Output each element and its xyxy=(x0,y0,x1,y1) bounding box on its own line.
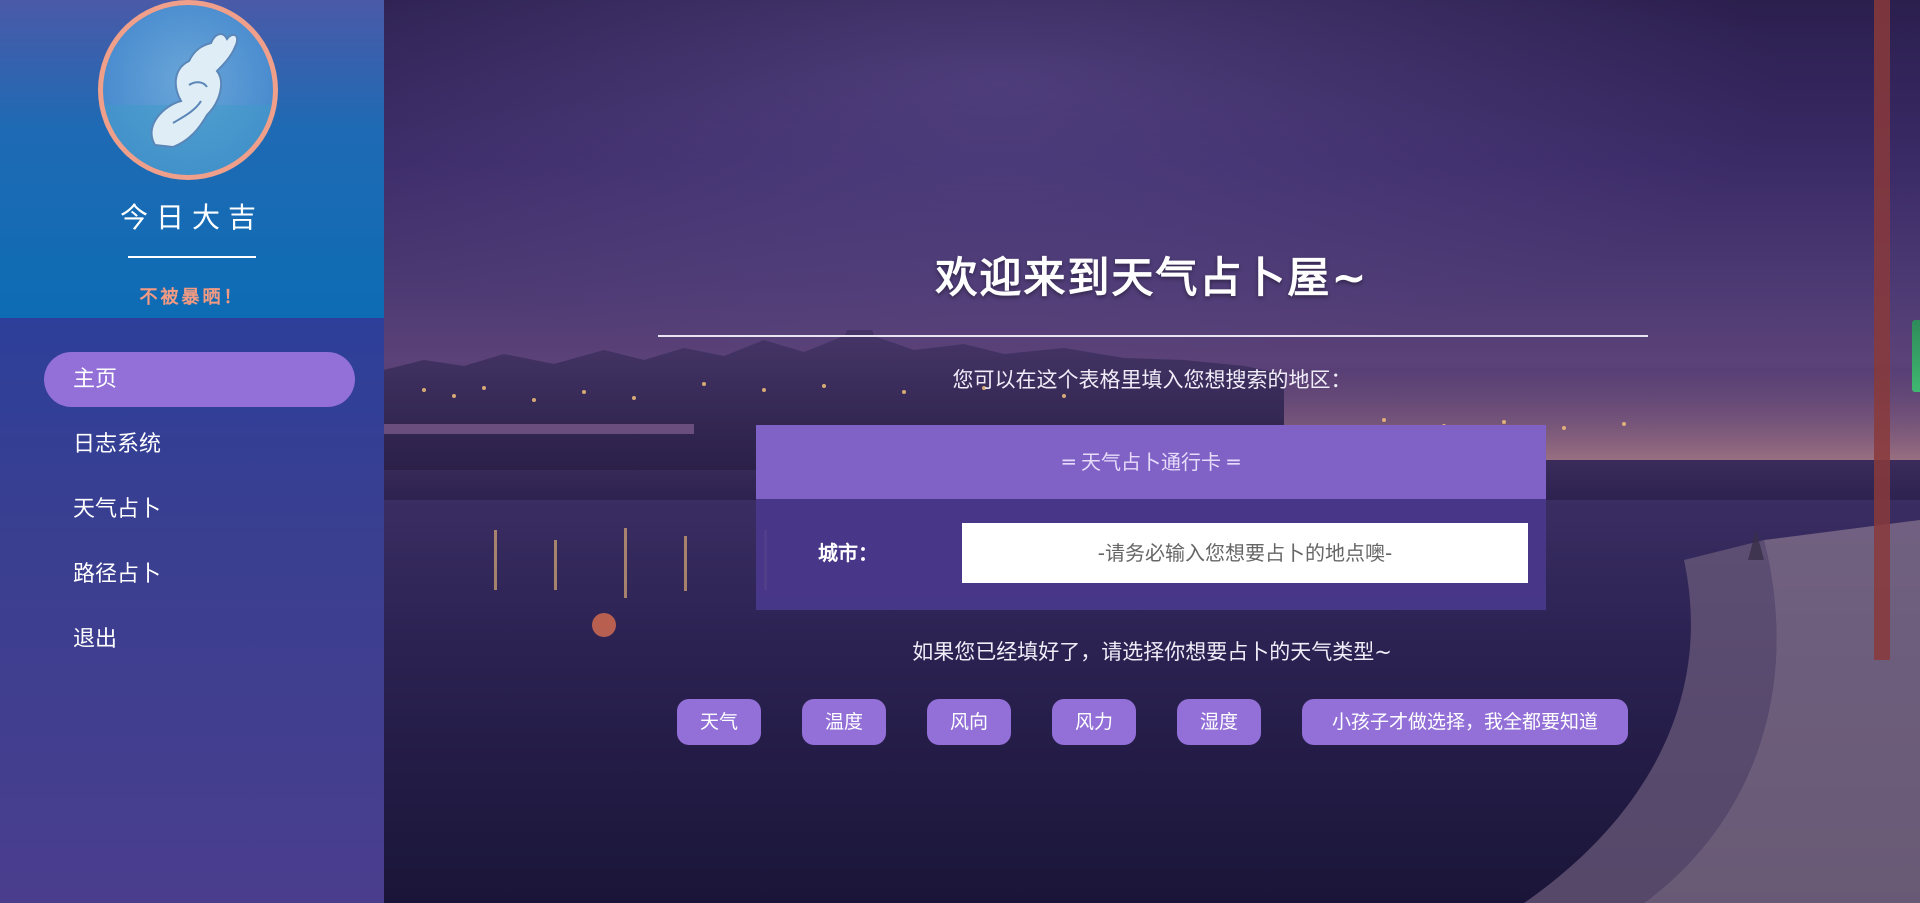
avatar[interactable] xyxy=(98,0,278,180)
main-content: 欢迎来到天气占卜屋~ 您可以在这个表格里填入您想搜索的地区： ═ 天气占卜通行卡… xyxy=(384,0,1920,903)
card-header: ═ 天气占卜通行卡 ═ xyxy=(756,425,1546,499)
sidebar-item-log-system[interactable]: 日志系统 xyxy=(0,417,384,472)
sidebar-nav: 主页 日志系统 天气占卜 路径占卜 退出 xyxy=(0,352,384,677)
title-divider xyxy=(658,335,1648,337)
page-title: 欢迎来到天气占卜屋~ xyxy=(935,253,1369,302)
city-input[interactable] xyxy=(962,523,1528,583)
all-types-button[interactable]: 小孩子才做选择，我全都要知道 xyxy=(1302,699,1628,745)
profile-divider xyxy=(128,256,256,258)
motto: 不被暴晒！ xyxy=(139,287,245,308)
sidebar-item-logout[interactable]: 退出 xyxy=(0,612,384,667)
weather-type-buttons: 天气 温度 风向 风力 湿度 小孩子才做选择，我全都要知道 xyxy=(384,699,1920,745)
divination-card: ═ 天气占卜通行卡 ═ 城市： xyxy=(756,425,1546,610)
wind-direction-button[interactable]: 风向 xyxy=(927,699,1011,745)
search-hint: 您可以在这个表格里填入您想搜索的地区： xyxy=(952,368,1352,392)
city-label: 城市： xyxy=(818,541,878,565)
sidebar: 今日大吉 不被暴晒！ 主页 日志系统 天气占卜 路径占卜 退出 xyxy=(0,0,384,903)
temperature-button[interactable]: 温度 xyxy=(802,699,886,745)
humidity-button[interactable]: 湿度 xyxy=(1177,699,1261,745)
profile-panel: 今日大吉 不被暴晒！ xyxy=(0,0,384,318)
sidebar-item-home[interactable]: 主页 xyxy=(44,352,355,407)
wind-power-button[interactable]: 风力 xyxy=(1052,699,1136,745)
site-name: 今日大吉 xyxy=(119,201,264,234)
sidebar-item-weather-divination[interactable]: 天气占卜 xyxy=(0,482,384,537)
sidebar-item-route-divination[interactable]: 路径占卜 xyxy=(0,547,384,602)
rabbit-icon xyxy=(103,33,273,175)
city-row: 城市： xyxy=(756,499,1546,610)
scrollbar[interactable] xyxy=(1912,320,1920,392)
weather-button[interactable]: 天气 xyxy=(677,699,761,745)
type-hint: 如果您已经填好了，请选择你想要占卜的天气类型~ xyxy=(912,640,1392,664)
